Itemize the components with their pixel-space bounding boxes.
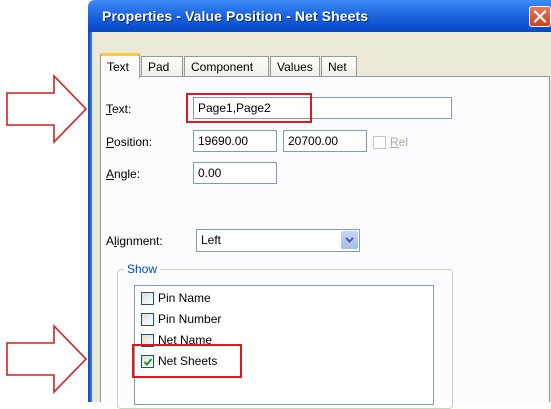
tab-label: Pad (148, 60, 170, 74)
angle-input[interactable]: 0.00 (193, 162, 277, 184)
angle-label: Angle: (106, 167, 141, 181)
tab-label: Text (107, 60, 130, 74)
net-sheets-highlight-box (132, 344, 242, 378)
position-label: Position: (106, 135, 153, 149)
window-frame (88, 32, 92, 402)
position-y-value: 20700.00 (288, 134, 339, 148)
alignment-dropdown[interactable]: Left (196, 229, 360, 252)
show-item-label: Pin Name (158, 291, 211, 305)
position-x-input[interactable]: 19690.00 (193, 130, 277, 152)
tab-values[interactable]: Values (270, 56, 320, 77)
angle-value: 0.00 (198, 166, 222, 180)
rel-label: Rel (390, 135, 409, 149)
position-y-input[interactable]: 20700.00 (283, 130, 367, 152)
text-label-rest: ext: (112, 102, 132, 116)
position-label-rest: osition: (114, 135, 153, 149)
tab-label: Component (191, 60, 254, 74)
close-button[interactable] (529, 6, 551, 27)
pin-number-checkbox[interactable] (141, 313, 154, 326)
angle-label-rest: ngle: (114, 167, 141, 181)
tab-label: Net (328, 60, 347, 74)
arrow-right-icon (6, 74, 88, 144)
arrow-right-icon (6, 324, 88, 394)
rel-checkbox[interactable] (373, 136, 386, 149)
annotation-arrow-top (2, 73, 90, 144)
tab-pad[interactable]: Pad (141, 56, 183, 77)
alignment-value: Left (201, 233, 222, 247)
chevron-down-icon (345, 237, 354, 243)
rel-label-rest: el (398, 135, 409, 149)
alignment-label-a: A (106, 234, 115, 248)
window-title: Properties - Value Position - Net Sheets (102, 8, 369, 24)
pin-name-checkbox[interactable] (141, 292, 154, 305)
tab-component[interactable]: Component (184, 56, 269, 77)
alignment-label-rest: ignment: (116, 234, 163, 248)
tab-text[interactable]: Text (100, 53, 140, 78)
text-highlight-box (186, 93, 312, 123)
title-bar[interactable]: Properties - Value Position - Net Sheets (88, 0, 551, 32)
tab-label: Values (277, 60, 313, 74)
show-item-label: Pin Number (158, 312, 222, 326)
tab-net[interactable]: Net (321, 56, 357, 77)
alignment-label: Alignment: (106, 234, 163, 248)
show-group-title: Show (124, 262, 161, 276)
alignment-dropdown-button[interactable] (341, 231, 358, 249)
annotation-arrow-bottom (2, 323, 90, 394)
close-icon (533, 10, 547, 23)
text-label: Text: (106, 102, 132, 116)
position-x-value: 19690.00 (198, 134, 249, 148)
